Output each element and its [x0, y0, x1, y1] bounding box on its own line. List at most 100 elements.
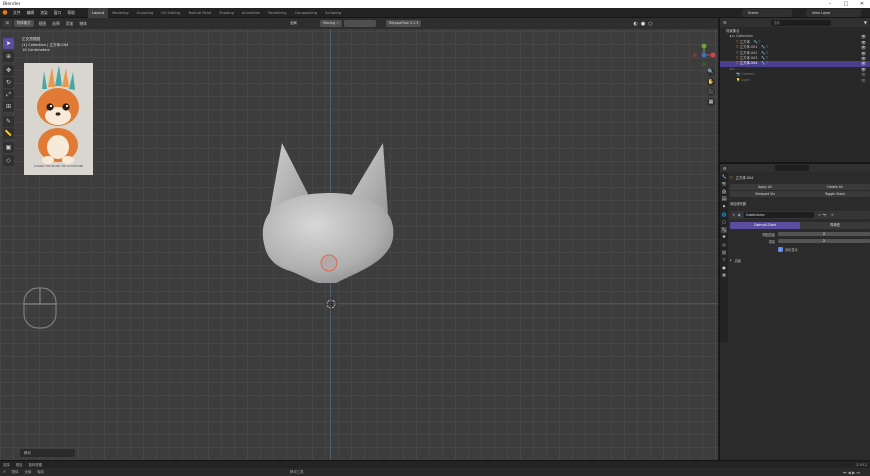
- viewport-menu-view[interactable]: 视图: [36, 19, 50, 29]
- output-tab-icon[interactable]: 🖨: [721, 189, 727, 195]
- menu-file[interactable]: 文件: [10, 8, 24, 18]
- view-layer-tab-icon[interactable]: 🖼: [721, 196, 727, 202]
- grid-scale-text: 10 Centimeters: [22, 48, 50, 52]
- operator-panel[interactable]: 移动: [20, 449, 75, 457]
- outliner-item[interactable]: 💡 Light 👁: [720, 78, 870, 83]
- apply-all-button[interactable]: Apply All: [730, 185, 800, 189]
- viewport-shading-rendered-icon[interactable]: ○: [648, 21, 652, 27]
- physics-tab-icon[interactable]: ◎: [721, 242, 727, 248]
- outliner-editor-icon[interactable]: ☰: [723, 20, 727, 25]
- menu-edit[interactable]: 编辑: [24, 8, 38, 18]
- extra-chip-moving[interactable]: Moving ✓: [319, 20, 343, 27]
- 3d-viewport[interactable]: ⊞ 物体模式 视图 选择 添加 物体 Moving ✓ RetopoFlow 3…: [0, 18, 718, 460]
- realtime-icon[interactable]: ▭: [818, 213, 821, 217]
- retopoflow-button[interactable]: RetopoFlow 3.1.5: [386, 20, 422, 27]
- toggle-stack-button[interactable]: Toggle Stack: [800, 192, 870, 196]
- constraints-tab-icon[interactable]: ⛓: [721, 250, 727, 256]
- workspace-tab-layout[interactable]: Layout: [87, 7, 109, 18]
- workspace-tab-animation[interactable]: Animation: [238, 8, 264, 18]
- maximize-icon[interactable]: □: [838, 0, 854, 8]
- tab-simple[interactable]: 简单型: [800, 222, 870, 229]
- transform-orientation-selector[interactable]: [344, 20, 377, 27]
- workspace-tab-uv[interactable]: UV Editing: [157, 8, 184, 18]
- view-layer-selector[interactable]: View Layer: [806, 9, 861, 17]
- object-tab-icon[interactable]: ▢: [721, 219, 727, 225]
- tool-move-icon[interactable]: ✥: [3, 65, 14, 76]
- delete-all-button[interactable]: Delete All: [800, 185, 870, 189]
- world-tab-icon[interactable]: 🌐: [721, 212, 727, 218]
- menu-render[interactable]: 渲染: [37, 8, 51, 18]
- eye-icon[interactable]: 👁: [861, 78, 866, 83]
- viewport-menu-select[interactable]: 选择: [49, 19, 63, 29]
- properties-editor-icon[interactable]: ⚙: [723, 166, 727, 171]
- render-levels-row: 渲染 2: [730, 238, 870, 244]
- workspace-tab-texture-paint[interactable]: Texture Paint: [184, 8, 215, 18]
- advanced-label: 高级: [734, 258, 741, 263]
- workspace-tab-scripting[interactable]: Scripting: [321, 8, 345, 18]
- fox-head-model[interactable]: [255, 143, 405, 283]
- tool-add-cube-icon[interactable]: ▣: [3, 142, 14, 153]
- tool-annotate-icon[interactable]: ✎: [3, 116, 14, 127]
- tool-extra-icon[interactable]: ◇: [3, 155, 14, 166]
- playback-controls-icon[interactable]: ⏮ ◀ ▶ ⏭: [843, 470, 860, 475]
- mode-selector[interactable]: 物体模式: [14, 20, 34, 27]
- scene-selector[interactable]: Scene: [742, 9, 792, 17]
- object-name: 立方体.004: [735, 176, 754, 180]
- outliner-search-input[interactable]: 搜索: [770, 19, 831, 26]
- modifier-icon: 🔧▽: [761, 50, 769, 55]
- navigation-gizmo[interactable]: [692, 43, 716, 67]
- data-tab-icon[interactable]: ▽: [721, 257, 727, 263]
- texture-tab-icon[interactable]: ▦: [721, 272, 727, 278]
- optimal-display-checkbox[interactable]: ✓: [778, 246, 783, 252]
- camera-toggle-icon[interactable]: 📷: [823, 213, 827, 217]
- ortho-grid-icon[interactable]: ▦: [707, 98, 715, 106]
- tool-scale-icon[interactable]: ⤢: [3, 89, 14, 100]
- filter-icon[interactable]: ▼: [864, 20, 867, 25]
- properties-search-input[interactable]: [774, 165, 809, 171]
- editor-type-icon[interactable]: ⊞: [3, 20, 12, 27]
- tool-select-box-icon[interactable]: ➤: [3, 38, 14, 49]
- advanced-subpanel[interactable]: ▸ 高级: [730, 257, 870, 263]
- viewport-menu-object[interactable]: 物体: [76, 19, 90, 29]
- scene-tab-icon[interactable]: ⚑: [721, 204, 727, 210]
- tab-catmull-clark[interactable]: Catmull-Clark: [730, 222, 800, 229]
- levels-viewport-field[interactable]: 2: [778, 232, 870, 236]
- tool-rotate-icon[interactable]: ↻: [3, 77, 14, 88]
- viewport-header: ⊞ 物体模式 视图 选择 添加 物体 Moving ✓ RetopoFlow 3…: [0, 18, 718, 29]
- viewport-vis-button[interactable]: Viewport Vis: [730, 192, 800, 196]
- workspace-tab-modeling[interactable]: Modeling: [108, 8, 132, 18]
- minimize-icon[interactable]: –: [822, 0, 838, 8]
- subdivision-type-tabs: Catmull-Clark 简单型: [730, 222, 870, 229]
- tool-transform-icon[interactable]: ⊞: [3, 101, 14, 112]
- pan-hand-icon[interactable]: ✋: [707, 78, 715, 86]
- tool-measure-icon[interactable]: 📏: [3, 128, 14, 139]
- render-levels-field[interactable]: 2: [778, 239, 870, 243]
- tool-tab-icon[interactable]: 🔧: [721, 174, 727, 180]
- add-modifier-dropdown[interactable]: 添加修改器: [730, 201, 870, 207]
- menu-help[interactable]: 帮助: [64, 8, 78, 18]
- close-icon[interactable]: ✕: [854, 0, 870, 8]
- zoom-icon[interactable]: 🔍: [707, 68, 715, 76]
- modifier-name-field[interactable]: Subdivision: [743, 212, 814, 218]
- camera-view-icon[interactable]: 🎥: [707, 88, 715, 96]
- levels-viewport-row: 视图层级 2: [730, 231, 870, 237]
- viewport-shading-material-icon[interactable]: ●: [641, 21, 645, 27]
- particles-tab-icon[interactable]: ✺: [721, 234, 727, 240]
- modifier-tab-icon[interactable]: 🔧: [721, 226, 727, 233]
- reference-image[interactable]: CUDDLY FOX PLUSH TOY SCULPTURE: [24, 63, 93, 175]
- mesh-icon: ▽: [730, 175, 733, 180]
- expand-arrow-icon[interactable]: ▾: [733, 213, 735, 217]
- render-tab-icon[interactable]: 📷: [721, 181, 727, 187]
- material-tab-icon[interactable]: ●: [721, 265, 727, 271]
- viewport-menu-add[interactable]: 添加: [63, 19, 77, 29]
- workspace-tab-rendering[interactable]: Rendering: [264, 8, 290, 18]
- blender-logo-icon[interactable]: ●: [0, 9, 10, 16]
- workspace-tab-shading[interactable]: Shading: [215, 8, 238, 18]
- workspace-tab-compositing[interactable]: Compositing: [291, 8, 322, 18]
- workspace-tab-sculpting[interactable]: Sculpting: [133, 8, 158, 18]
- menu-window[interactable]: 窗口: [51, 8, 65, 18]
- tool-cursor-icon[interactable]: ⊕: [3, 51, 14, 62]
- 3d-cursor-icon[interactable]: [324, 297, 338, 311]
- viewport-shading-solid-icon[interactable]: ◐: [633, 21, 637, 27]
- close-modifier-icon[interactable]: ✕: [831, 213, 834, 217]
